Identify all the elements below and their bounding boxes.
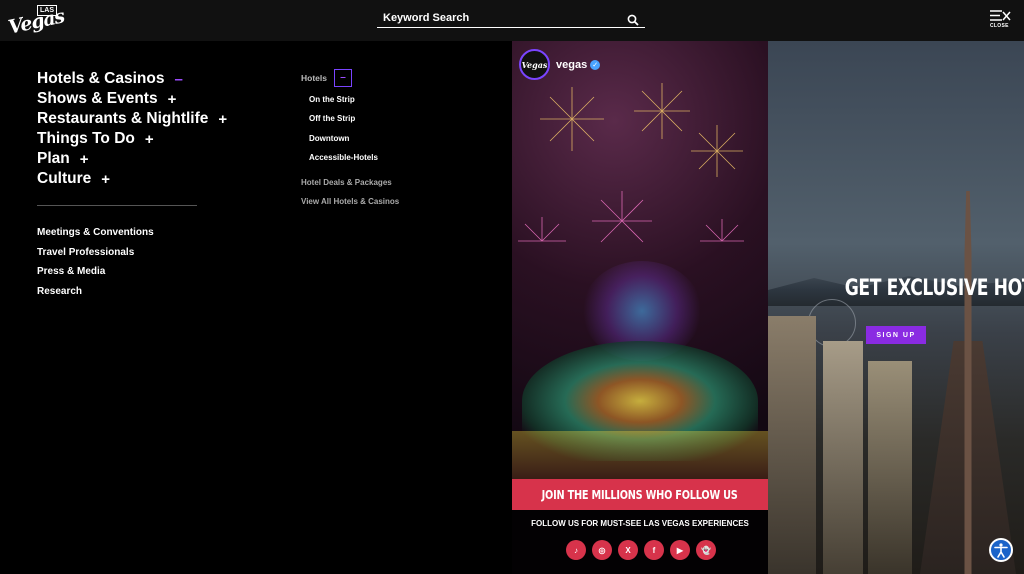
hotel-tower-image: [768, 316, 816, 574]
submenu-item-off-the-strip[interactable]: Off the Strip: [309, 114, 399, 133]
nav-item-label: Plan: [37, 150, 70, 167]
nav-item-culture[interactable]: Culture +: [37, 169, 227, 189]
nav-link-travel-professionals[interactable]: Travel Professionals: [37, 247, 154, 267]
primary-nav: Hotels & Casinos – Shows & Events + Rest…: [37, 69, 227, 189]
submenu-heading-label: Hotels: [301, 72, 327, 83]
submenu-link-hotel-deals[interactable]: Hotel Deals & Packages: [301, 178, 399, 197]
close-menu-button[interactable]: CLOSE: [990, 10, 1012, 32]
social-footer: FOLLOW US FOR MUST-SEE LAS VEGAS EXPERIE…: [512, 510, 768, 574]
expand-icon[interactable]: +: [145, 131, 154, 148]
submenu-heading[interactable]: Hotels –: [301, 68, 399, 87]
accessibility-button[interactable]: [989, 538, 1013, 562]
expand-icon[interactable]: +: [101, 171, 110, 188]
profile-avatar: Vegas: [519, 49, 550, 80]
nav-item-shows-events[interactable]: Shows & Events +: [37, 89, 227, 109]
submenu-item-on-the-strip[interactable]: On the Strip: [309, 95, 399, 114]
youtube-icon[interactable]: ▶: [670, 540, 690, 560]
logo-wordmark: Vegas: [6, 5, 67, 39]
nav-link-meetings-conventions[interactable]: Meetings & Conventions: [37, 227, 154, 247]
accessibility-icon: [994, 543, 1008, 558]
site-header: LAS Vegas Keyword Search CLOSE: [0, 0, 1024, 41]
join-banner-text: JOIN THE MILLIONS WHO FOLLOW US: [542, 487, 738, 502]
las-vegas-logo[interactable]: LAS Vegas: [6, 5, 66, 39]
expand-icon[interactable]: +: [80, 151, 89, 168]
join-followers-banner[interactable]: JOIN THE MILLIONS WHO FOLLOW US: [512, 479, 768, 510]
close-icon: [990, 10, 1011, 21]
nav-item-label: Shows & Events: [37, 90, 158, 107]
nav-item-label: Culture: [37, 170, 92, 187]
x-icon[interactable]: X: [618, 540, 638, 560]
nav-item-label: Things To Do: [37, 130, 135, 147]
profile-name: vegas: [556, 58, 588, 71]
submenu-item-downtown[interactable]: Downtown: [309, 134, 399, 153]
instagram-icon[interactable]: ◎: [592, 540, 612, 560]
nav-link-press-media[interactable]: Press & Media: [37, 266, 154, 286]
nav-item-plan[interactable]: Plan +: [37, 149, 227, 169]
sign-up-button[interactable]: SIGN UP: [866, 326, 926, 344]
submenu-item-accessible-hotels[interactable]: Accessible-Hotels: [309, 153, 399, 172]
facebook-icon[interactable]: f: [644, 540, 664, 560]
promo-headline-text: GET EXCLUSIVE HOTEL DEALS & UPDATES: [844, 276, 1024, 301]
submenu-list: On the Strip Off the Strip Downtown Acce…: [309, 95, 399, 172]
submenu-collapse-button[interactable]: –: [333, 68, 352, 87]
verified-badge-icon: ✓: [590, 59, 601, 70]
expand-icon[interactable]: +: [218, 111, 227, 128]
nav-item-label: Hotels & Casinos: [37, 70, 165, 87]
submenu-link-view-all-hotels[interactable]: View All Hotels & Casinos: [301, 197, 399, 216]
nav-item-restaurants-nightlife[interactable]: Restaurants & Nightlife +: [37, 109, 227, 129]
nav-item-hotels-casinos[interactable]: Hotels & Casinos –: [37, 69, 227, 89]
secondary-nav: Meetings & Conventions Travel Profession…: [37, 227, 154, 305]
tiktok-icon[interactable]: ♪: [566, 540, 586, 560]
hotel-deals-promo: GET EXCLUSIVE HOTEL DEALS & UPDATES SIGN…: [768, 41, 1024, 574]
close-label: CLOSE: [990, 23, 1009, 29]
collapse-icon[interactable]: –: [174, 71, 182, 88]
snapchat-icon[interactable]: 👻: [696, 540, 716, 560]
hotel-tower-image: [823, 341, 863, 574]
nav-item-label: Restaurants & Nightlife: [37, 110, 209, 127]
search-icon[interactable]: [627, 14, 639, 26]
submenu-extra-links: Hotel Deals & Packages View All Hotels &…: [301, 178, 399, 217]
hotel-tower-image: [868, 361, 912, 574]
eiffel-tower-image: [938, 191, 998, 574]
nav-link-research[interactable]: Research: [37, 286, 154, 306]
instagram-profile[interactable]: Vegas vegas ✓: [519, 49, 601, 80]
search-bar[interactable]: Keyword Search: [377, 12, 645, 28]
promo-headline: GET EXCLUSIVE HOTEL DEALS & UPDATES: [790, 278, 1024, 300]
social-feed-panel[interactable]: Vegas vegas ✓ JOIN THE MILLIONS WHO FOLL…: [512, 41, 768, 574]
nav-item-things-to-do[interactable]: Things To Do +: [37, 129, 227, 149]
fireworks-image: [518, 83, 744, 243]
social-icon-list: ♪ ◎ X f ▶ 👻: [566, 540, 716, 560]
expand-icon[interactable]: +: [168, 91, 177, 108]
follow-us-text: FOLLOW US FOR MUST-SEE LAS VEGAS EXPERIE…: [531, 519, 749, 528]
nav-divider: [37, 205, 197, 206]
hotels-submenu: Hotels – On the Strip Off the Strip Down…: [301, 68, 399, 217]
search-input[interactable]: Keyword Search: [383, 12, 469, 24]
